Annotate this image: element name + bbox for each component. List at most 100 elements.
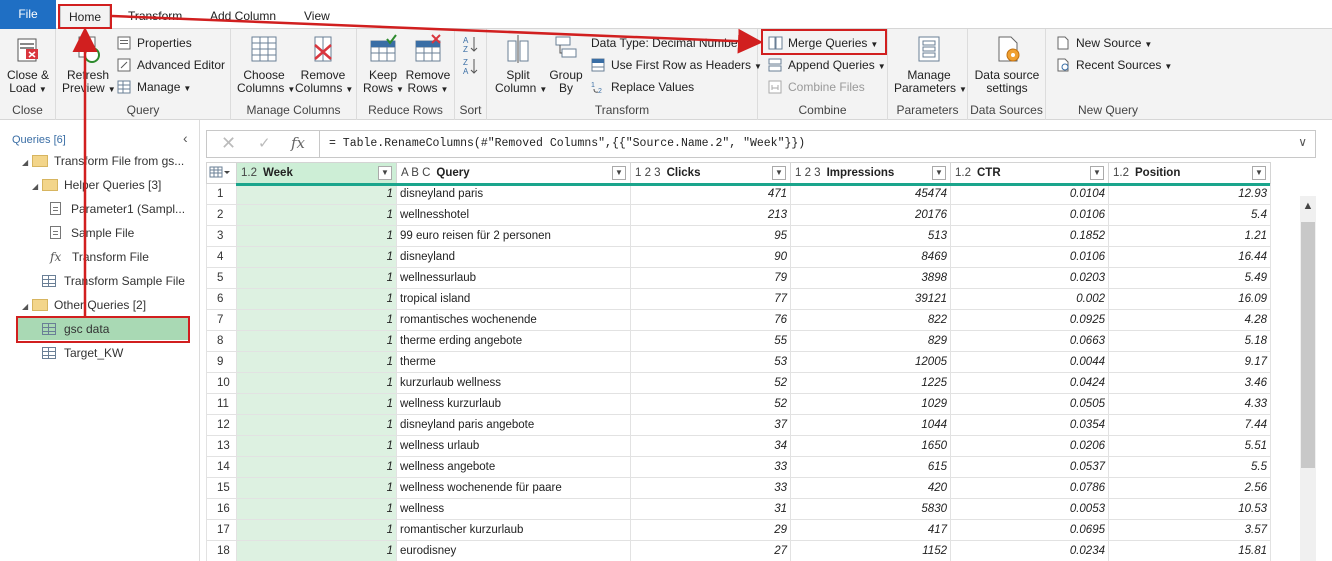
cell-query[interactable]: eurodisney bbox=[396, 540, 631, 561]
sort-descending-icon[interactable]: ZA bbox=[463, 57, 479, 78]
scrollbar-thumb[interactable] bbox=[1301, 222, 1315, 468]
table-row[interactable]: 6 1 tropical island 77 39121 0.002 16.09 bbox=[206, 288, 1271, 310]
column-header-position[interactable]: 1.2 Position ▼ bbox=[1108, 162, 1271, 184]
cell-week[interactable]: 1 bbox=[236, 435, 397, 457]
advanced-editor-button[interactable]: Advanced Editor bbox=[117, 55, 225, 75]
filter-dropdown-icon[interactable]: ▼ bbox=[932, 166, 946, 180]
cell-query[interactable]: kurzurlaub wellness bbox=[396, 372, 631, 394]
combine-files-button[interactable]: Combine Files bbox=[768, 77, 865, 97]
cell-ctr[interactable]: 0.0663 bbox=[950, 330, 1109, 352]
column-header-week[interactable]: 1.2 Week ▼ bbox=[236, 162, 397, 184]
cell-ctr[interactable]: 0.0044 bbox=[950, 351, 1109, 373]
cell-week[interactable]: 1 bbox=[236, 183, 397, 205]
cell-ctr[interactable]: 0.0206 bbox=[950, 435, 1109, 457]
cell-position[interactable]: 4.28 bbox=[1108, 309, 1271, 331]
table-row[interactable]: 12 1 disneyland paris angebote 37 1044 0.0354… bbox=[206, 414, 1271, 436]
cell-week[interactable]: 1 bbox=[236, 540, 397, 561]
cell-query[interactable]: wellness bbox=[396, 498, 631, 520]
tab-view[interactable]: View bbox=[296, 5, 338, 29]
data-source-settings-button[interactable]: Data source settings bbox=[972, 33, 1042, 95]
cell-week[interactable]: 1 bbox=[236, 477, 397, 499]
cell-week[interactable]: 1 bbox=[236, 330, 397, 352]
table-row[interactable]: 18 1 eurodisney 27 1152 0.0234 15.81 bbox=[206, 540, 1271, 561]
keep-rows-button[interactable]: Keep Rows ▼ bbox=[363, 33, 404, 96]
table-row[interactable]: 5 1 wellnessurlaub 79 3898 0.0203 5.49 bbox=[206, 267, 1271, 289]
cell-ctr[interactable]: 0.0053 bbox=[950, 498, 1109, 520]
cell-ctr[interactable]: 0.0106 bbox=[950, 246, 1109, 268]
recent-sources-button[interactable]: Recent Sources ▼ bbox=[1056, 55, 1172, 75]
table-menu-corner[interactable] bbox=[206, 162, 237, 184]
cell-position[interactable]: 4.33 bbox=[1108, 393, 1271, 415]
table-row[interactable]: 10 1 kurzurlaub wellness 52 1225 0.0424 3.46 bbox=[206, 372, 1271, 394]
cell-clicks[interactable]: 33 bbox=[630, 456, 791, 478]
replace-values-button[interactable]: 12 Replace Values bbox=[591, 77, 694, 97]
cell-week[interactable]: 1 bbox=[236, 246, 397, 268]
cell-impressions[interactable]: 615 bbox=[790, 456, 951, 478]
table-row[interactable]: 8 1 therme erding angebote 55 829 0.0663 5.18 bbox=[206, 330, 1271, 352]
cell-impressions[interactable]: 45474 bbox=[790, 183, 951, 205]
collapse-pane-icon[interactable]: ‹ bbox=[183, 130, 188, 146]
table-row[interactable]: 17 1 romantischer kurzurlaub 29 417 0.0695 3.5… bbox=[206, 519, 1271, 541]
query-folder-other-queries[interactable]: ◢ Other Queries [2] bbox=[22, 294, 146, 316]
cell-clicks[interactable]: 90 bbox=[630, 246, 791, 268]
split-column-button[interactable]: Split Column ▼ bbox=[495, 33, 547, 96]
remove-columns-button[interactable]: Remove Columns ▼ bbox=[295, 33, 353, 96]
cell-clicks[interactable]: 79 bbox=[630, 267, 791, 289]
table-row[interactable]: 7 1 romantisches wochenende 76 822 0.0925 4.28 bbox=[206, 309, 1271, 331]
cell-impressions[interactable]: 1029 bbox=[790, 393, 951, 415]
close-load-button[interactable]: Close & Load ▼ bbox=[4, 33, 52, 96]
cell-position[interactable]: 12.93 bbox=[1108, 183, 1271, 205]
cell-ctr[interactable]: 0.0104 bbox=[950, 183, 1109, 205]
query-folder-transform-file[interactable]: ◢ Transform File from gs... bbox=[22, 150, 184, 172]
cancel-formula-icon[interactable]: ✕ bbox=[221, 133, 236, 154]
cell-clicks[interactable]: 55 bbox=[630, 330, 791, 352]
cell-ctr[interactable]: 0.0695 bbox=[950, 519, 1109, 541]
cell-week[interactable]: 1 bbox=[236, 225, 397, 247]
cell-clicks[interactable]: 77 bbox=[630, 288, 791, 310]
cell-query[interactable]: wellness wochenende für paare bbox=[396, 477, 631, 499]
choose-columns-button[interactable]: Choose Columns ▼ bbox=[237, 33, 295, 96]
filter-dropdown-icon[interactable]: ▼ bbox=[1090, 166, 1104, 180]
cell-ctr[interactable]: 0.0354 bbox=[950, 414, 1109, 436]
cell-position[interactable]: 5.4 bbox=[1108, 204, 1271, 226]
cell-impressions[interactable]: 417 bbox=[790, 519, 951, 541]
cell-impressions[interactable]: 3898 bbox=[790, 267, 951, 289]
cell-clicks[interactable]: 52 bbox=[630, 393, 791, 415]
cell-week[interactable]: 1 bbox=[236, 351, 397, 373]
table-row[interactable]: 15 1 wellness wochenende für paare 33 420 0.0… bbox=[206, 477, 1271, 499]
cell-impressions[interactable]: 513 bbox=[790, 225, 951, 247]
query-item-target-kw[interactable]: Target_KW bbox=[42, 342, 123, 364]
cell-ctr[interactable]: 0.0106 bbox=[950, 204, 1109, 226]
cell-clicks[interactable]: 471 bbox=[630, 183, 791, 205]
group-by-button[interactable]: Group By bbox=[545, 33, 587, 95]
table-row[interactable]: 2 1 wellnesshotel 213 20176 0.0106 5.4 bbox=[206, 204, 1271, 226]
cell-impressions[interactable]: 420 bbox=[790, 477, 951, 499]
cell-impressions[interactable]: 12005 bbox=[790, 351, 951, 373]
cell-position[interactable]: 7.44 bbox=[1108, 414, 1271, 436]
use-first-row-headers-button[interactable]: Use First Row as Headers ▼ bbox=[591, 55, 762, 75]
cell-position[interactable]: 3.46 bbox=[1108, 372, 1271, 394]
cell-ctr[interactable]: 0.0925 bbox=[950, 309, 1109, 331]
cell-query[interactable]: 99 euro reisen für 2 personen bbox=[396, 225, 631, 247]
cell-clicks[interactable]: 52 bbox=[630, 372, 791, 394]
cell-position[interactable]: 10.53 bbox=[1108, 498, 1271, 520]
cell-week[interactable]: 1 bbox=[236, 372, 397, 394]
tab-file[interactable]: File bbox=[0, 0, 56, 29]
cell-query[interactable]: therme erding angebote bbox=[396, 330, 631, 352]
cell-position[interactable]: 5.49 bbox=[1108, 267, 1271, 289]
cell-impressions[interactable]: 1225 bbox=[790, 372, 951, 394]
query-item-transform-sample-file[interactable]: Transform Sample File bbox=[42, 270, 185, 292]
cell-week[interactable]: 1 bbox=[236, 267, 397, 289]
cell-clicks[interactable]: 76 bbox=[630, 309, 791, 331]
tab-add-column[interactable]: Add Column bbox=[202, 5, 284, 29]
cell-week[interactable]: 1 bbox=[236, 414, 397, 436]
cell-ctr[interactable]: 0.0786 bbox=[950, 477, 1109, 499]
cell-position[interactable]: 5.18 bbox=[1108, 330, 1271, 352]
cell-query[interactable]: romantischer kurzurlaub bbox=[396, 519, 631, 541]
column-header-ctr[interactable]: 1.2 CTR ▼ bbox=[950, 162, 1109, 184]
filter-dropdown-icon[interactable]: ▼ bbox=[772, 166, 786, 180]
column-header-query[interactable]: A B C Query ▼ bbox=[396, 162, 631, 184]
cell-week[interactable]: 1 bbox=[236, 288, 397, 310]
table-row[interactable]: 13 1 wellness urlaub 34 1650 0.0206 5.51 bbox=[206, 435, 1271, 457]
cell-week[interactable]: 1 bbox=[236, 498, 397, 520]
